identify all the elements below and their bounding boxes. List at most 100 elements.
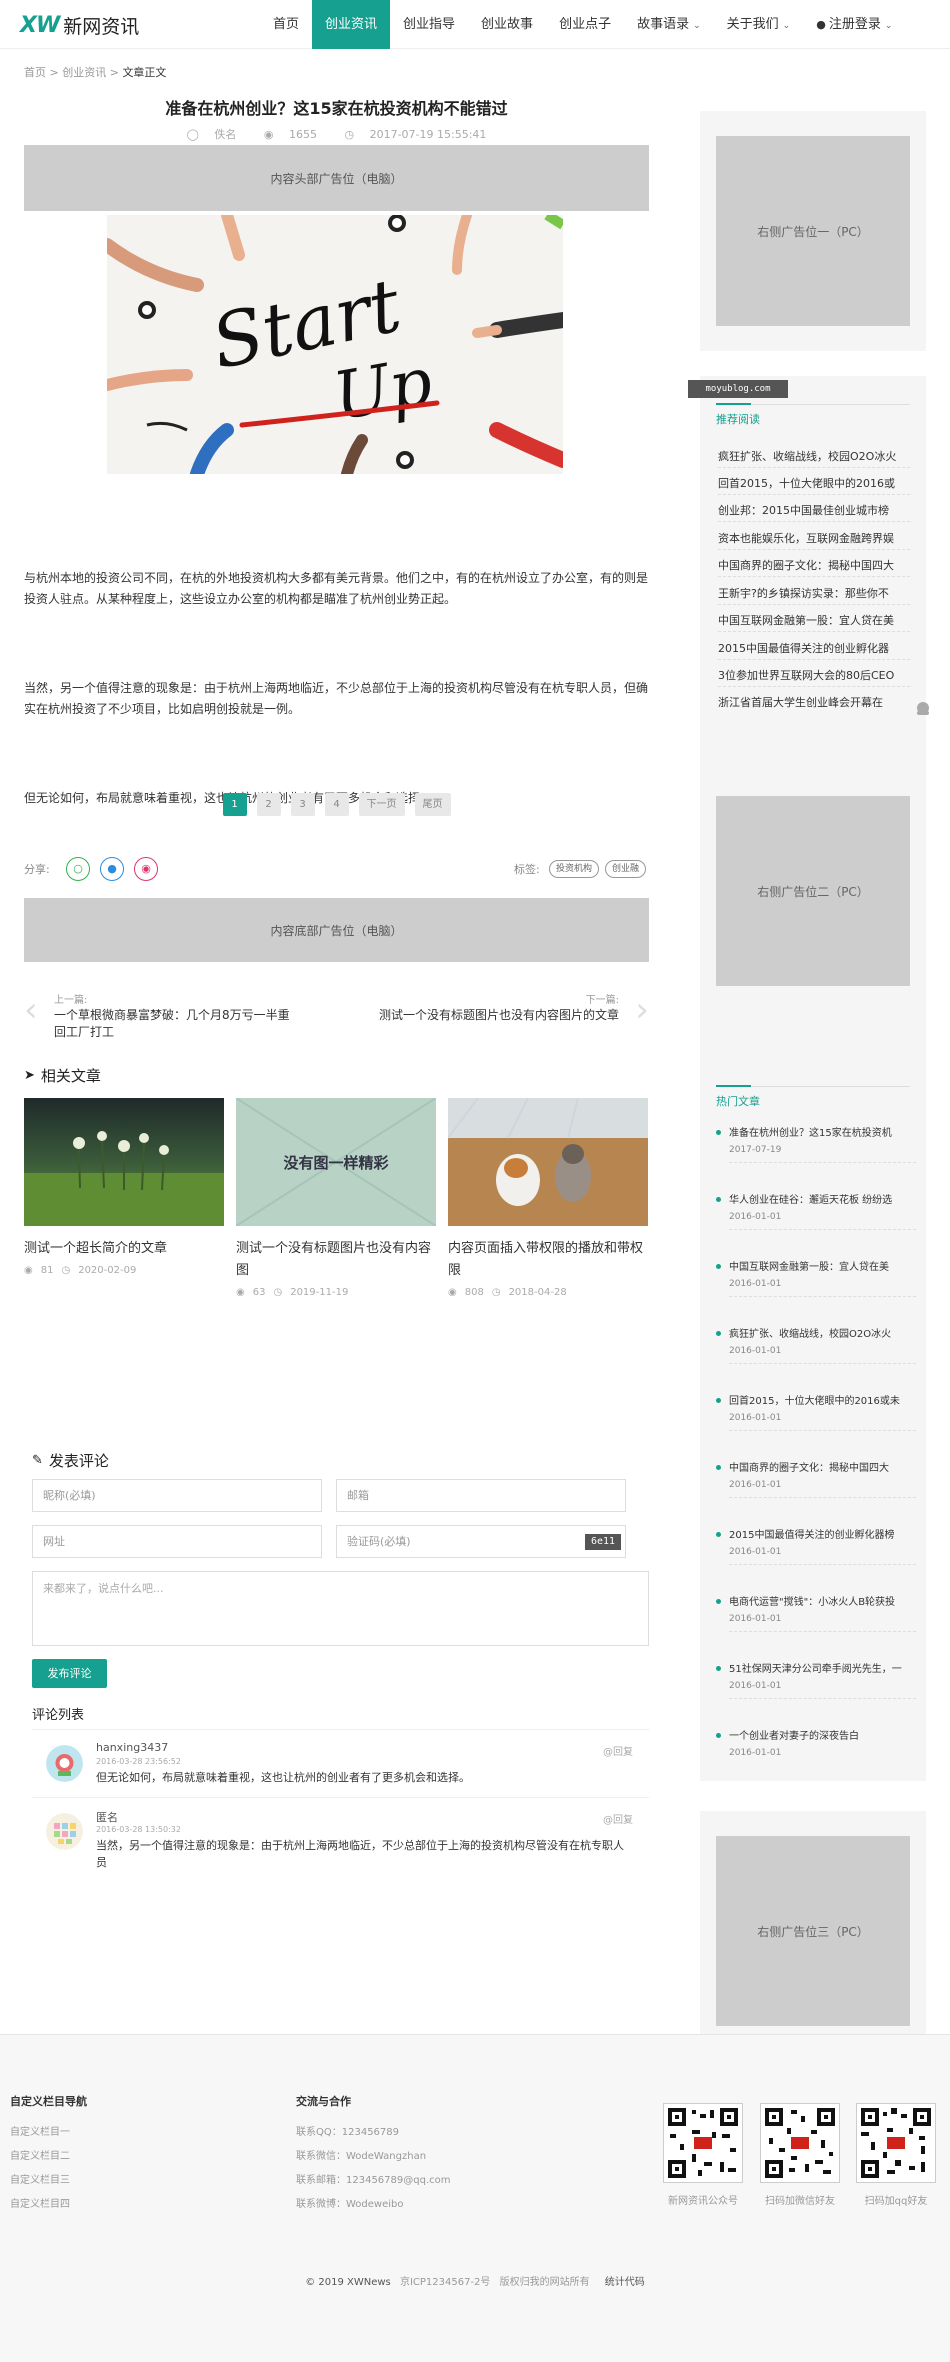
recommend-item[interactable]: 中国商界的圈子文化：揭秘中国四大 — [718, 557, 910, 573]
breadcrumb-home[interactable]: 首页 — [24, 66, 46, 79]
related-card[interactable]: 内容页面插入带权限的播放和带权限 ◉ 808 ◷ 2018-04-28 — [448, 1098, 648, 1298]
footer-nav-link[interactable]: 自定义栏目一 — [10, 2123, 70, 2138]
related-thumbnail[interactable] — [448, 1098, 648, 1226]
qq-share-button[interactable]: ● — [100, 857, 124, 881]
recommend-item[interactable]: 浙江省首届大学生创业峰会开幕在 — [718, 694, 910, 710]
captcha-image[interactable]: 6e11 — [585, 1534, 621, 1550]
article-title: 准备在杭州创业？这15家在杭投资机构不能错过 — [165, 99, 508, 118]
hot-article-date: 2016-01-01 — [729, 1614, 782, 1624]
tag[interactable]: 投资机构 — [549, 860, 600, 878]
chevron-right-icon[interactable]: › — [635, 993, 649, 1027]
recommend-item[interactable]: 创业邦：2015中国最佳创业城市榜 — [718, 502, 910, 518]
prev-article-link[interactable]: 一个草根微商暴富梦破：几个月8万亏一半重回工厂打工 — [54, 1007, 294, 1041]
nav-item-startup-guide[interactable]: 创业指导 — [390, 0, 468, 49]
site-header: XW 新网资讯 首页 创业资讯 创业指导 创业故事 创业点子 故事语录 ⌄ 关于我… — [0, 0, 950, 49]
hot-article-title[interactable]: 华人创业在硅谷：邂逅天花板 纷纷选 — [729, 1191, 915, 1206]
comment-author: 匿名 — [96, 1811, 118, 1824]
hot-article-title[interactable]: 一个创业者对妻子的深夜告白 — [729, 1727, 915, 1742]
last-page[interactable]: 尾页 — [414, 793, 451, 816]
email-input[interactable]: 邮箱 — [336, 1479, 626, 1512]
nav-item-quotes[interactable]: 故事语录 ⌄ — [624, 0, 714, 49]
page-content: 首页 > 创业资讯 > 文章正文 准备在杭州创业？这15家在杭投资机构不能错过 … — [0, 49, 950, 2051]
page-2[interactable]: 2 — [256, 793, 281, 816]
ad-sidebar-3[interactable]: 右侧广告位三（PC） — [716, 1836, 910, 2026]
ad-content-top[interactable]: 内容头部广告位（电脑） — [24, 145, 649, 211]
recommend-item[interactable]: 资本也能娱乐化，互联网金融跨界娱 — [718, 530, 910, 546]
hot-article-title[interactable]: 疯狂扩张、收缩战线，校园O2O冰火 — [729, 1325, 915, 1340]
weibo-share-button[interactable]: ◉ — [134, 857, 158, 881]
hot-article-title[interactable]: 2015中国最值得关注的创业孵化器榜 — [729, 1526, 915, 1541]
placeholder-text: 来都来了，说点什么吧... — [43, 1582, 164, 1595]
footer-nav-link[interactable]: 自定义栏目三 — [10, 2171, 70, 2186]
related-card-title[interactable]: 内容页面插入带权限的播放和带权限 — [448, 1238, 648, 1282]
recommend-item[interactable]: 中国互联网金融第一股：宜人贷在美 — [718, 612, 910, 628]
nav-item-startup-ideas[interactable]: 创业点子 — [546, 0, 624, 49]
copyright-bar: © 2019 XWNews 京ICP1234567-2号 版权归我的网站所有 统… — [0, 2273, 950, 2288]
submit-comment-button[interactable]: 发布评论 — [32, 1659, 107, 1688]
nav-item-startup-stories[interactable]: 创业故事 — [468, 0, 546, 49]
divider — [718, 576, 910, 577]
wechat-share-button[interactable]: ○ — [66, 857, 90, 881]
divider — [718, 494, 910, 495]
name-input[interactable]: 昵称(必填) — [32, 1479, 322, 1512]
hot-article-title[interactable]: 中国互联网金融第一股：宜人贷在美 — [729, 1258, 915, 1273]
nav-label: 首页 — [273, 17, 300, 32]
hot-article-title[interactable]: 准备在杭州创业？这15家在杭投资机 — [729, 1124, 915, 1139]
related-card[interactable]: 没有图一样精彩 测试一个没有标题图片也没有内容图 ◉ 63 ◷ 2019-11-19 — [236, 1098, 436, 1298]
avatar-image — [46, 1745, 83, 1782]
related-title-text: 相关文章 — [40, 1067, 101, 1085]
ad-content-bottom[interactable]: 内容底部广告位（电脑） — [24, 898, 649, 962]
recommend-item[interactable]: 王新宇?的乡镇探访实录：那些你不 — [718, 585, 910, 601]
footer-nav-link[interactable]: 自定义栏目四 — [10, 2195, 70, 2210]
related-card-meta: ◉ 81 ◷ 2020-02-09 — [24, 1265, 224, 1276]
thumbnail-caption: 没有图一样精彩 — [283, 1154, 389, 1172]
divider — [729, 1698, 916, 1699]
recommend-item[interactable]: 回首2015，十位大佬眼中的2016或 — [718, 475, 910, 491]
hot-article-title[interactable]: 电商代运营"搅钱"：小冰火人B轮获投 — [729, 1593, 915, 1608]
avatar[interactable] — [46, 1813, 83, 1850]
site-logo[interactable]: XW 新网资讯 — [20, 12, 139, 39]
captcha-input[interactable]: 验证码(必填) 6e11 — [336, 1525, 626, 1558]
recommend-item[interactable]: 2015中国最值得关注的创业孵化器 — [718, 640, 910, 656]
nav-item-login[interactable]: ● 注册登录 ⌄ — [803, 0, 905, 49]
url-input[interactable]: 网址 — [32, 1525, 322, 1558]
avatar[interactable] — [46, 1745, 83, 1782]
qr-code-wechat-friend — [760, 2103, 840, 2183]
footer-nav-link[interactable]: 自定义栏目二 — [10, 2147, 70, 2162]
nav-item-home[interactable]: 首页 — [260, 0, 312, 49]
comment-form-title: ✎ 发表评论 — [32, 1450, 109, 1471]
hot-article-date: 2016-01-01 — [729, 1547, 782, 1557]
floating-chat-button[interactable] — [916, 701, 930, 717]
comment-textarea[interactable]: 来都来了，说点什么吧... — [32, 1571, 649, 1646]
related-thumbnail[interactable] — [24, 1098, 224, 1226]
next-article-link[interactable]: 测试一个没有标题图片也没有内容图片的文章 — [379, 1007, 619, 1024]
rights-text: 版权归我的网站所有 — [499, 2277, 590, 2288]
ad-sidebar-2[interactable]: 右侧广告位二（PC） — [716, 796, 910, 986]
tag[interactable]: 创业融 — [605, 860, 647, 878]
related-card[interactable]: 测试一个超长简介的文章 ◉ 81 ◷ 2020-02-09 — [24, 1098, 224, 1276]
placeholder-text: 验证码(必填) — [347, 1535, 411, 1548]
stats-code: 统计代码 — [604, 2277, 645, 2288]
nav-item-about[interactable]: 关于我们 ⌄ — [714, 0, 804, 49]
icp-link[interactable]: 京ICP1234567-2号 — [400, 2277, 490, 2288]
page-3[interactable]: 3 — [290, 793, 315, 816]
related-thumbnail[interactable]: 没有图一样精彩 — [236, 1098, 436, 1226]
recommend-item[interactable]: 疯狂扩张、收缩战线，校园O2O冰火 — [718, 448, 910, 464]
chevron-left-icon[interactable]: ‹ — [24, 993, 38, 1027]
nav-item-startup-news[interactable]: 创业资讯 — [312, 0, 391, 49]
breadcrumb-category[interactable]: 创业资讯 — [62, 66, 106, 79]
hot-article-title[interactable]: 回首2015，十位大佬眼中的2016或未 — [729, 1392, 915, 1407]
ad-sidebar-1[interactable]: 右侧广告位一（PC） — [716, 136, 910, 326]
page-4[interactable]: 4 — [324, 793, 349, 816]
hot-article-title[interactable]: 51社保网天津分公司牵手阅光先生，一 — [729, 1660, 915, 1675]
reply-button[interactable]: @回复 — [603, 1743, 633, 1758]
reply-button[interactable]: @回复 — [603, 1811, 633, 1826]
page-1[interactable]: 1 — [222, 793, 247, 816]
share-label: 分享: — [24, 863, 50, 876]
recommend-item[interactable]: 3位参加世界互联网大会的80后CEO — [718, 667, 910, 683]
next-page[interactable]: 下一页 — [358, 793, 405, 816]
weibo-icon: ◉ — [141, 862, 151, 875]
related-card-title[interactable]: 测试一个超长简介的文章 — [24, 1238, 224, 1260]
hot-article-title[interactable]: 中国商界的圈子文化：揭秘中国四大 — [729, 1459, 915, 1474]
related-card-title[interactable]: 测试一个没有标题图片也没有内容图 — [236, 1238, 436, 1282]
